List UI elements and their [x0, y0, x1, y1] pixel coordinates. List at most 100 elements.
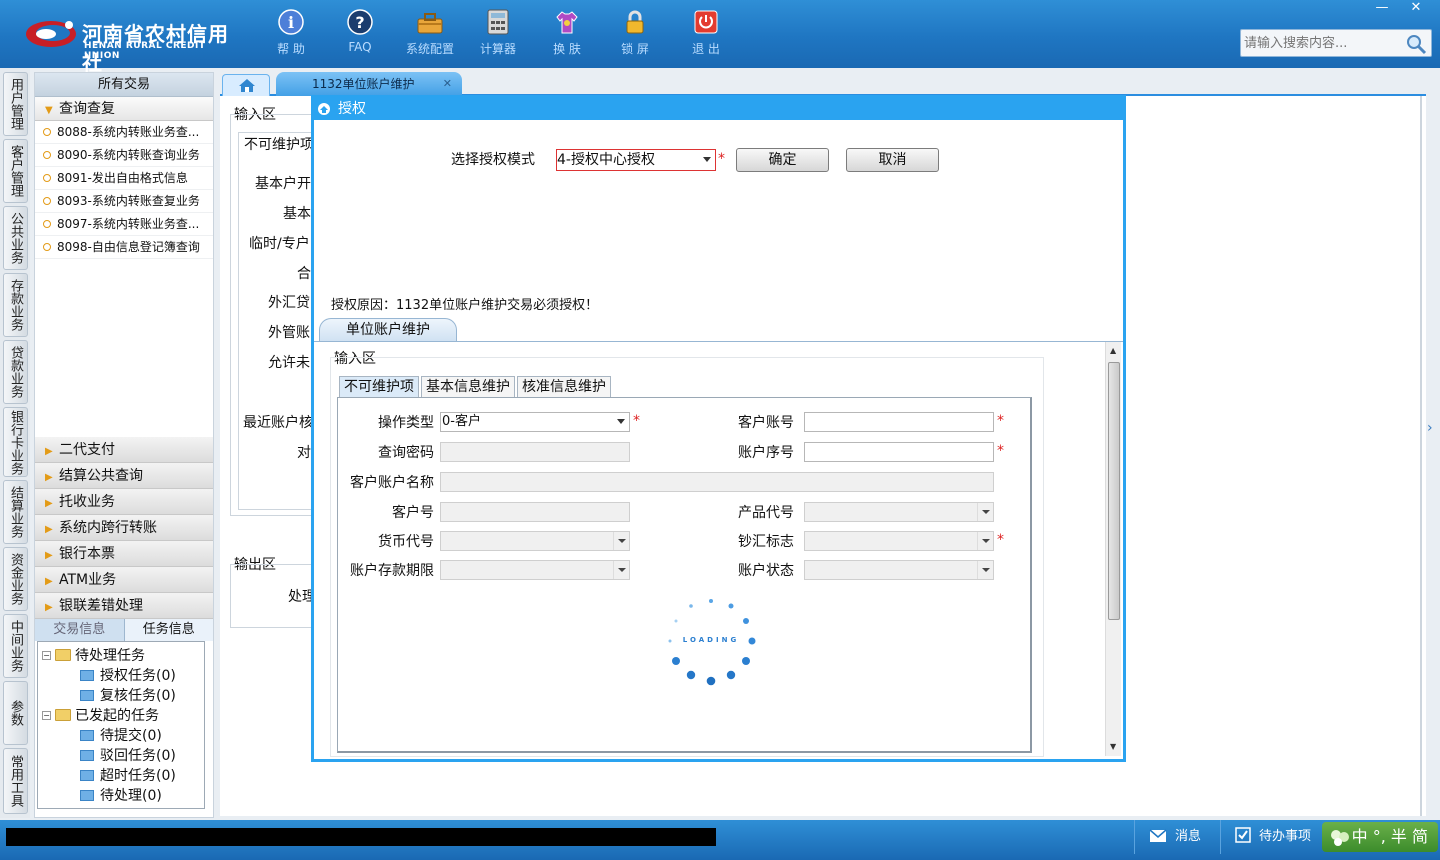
vtab-bank-card-business[interactable]: 银行卡业务 [3, 407, 28, 477]
system-config-label: 系统配置 [405, 42, 454, 56]
cash-flag-select[interactable] [804, 531, 994, 551]
query-pwd-input[interactable] [440, 442, 630, 462]
cust-account-input[interactable] [804, 412, 994, 432]
deposit-term-select[interactable] [440, 560, 630, 580]
vtab-customer-management[interactable]: 客户管理 [3, 139, 28, 203]
dialog-title-bar[interactable]: 授权 [314, 98, 1123, 120]
tree-leaf[interactable]: 复核任务(0) [80, 685, 176, 705]
tab-fragment[interactable]: 不可维护项 [244, 134, 314, 154]
vtab-fund-business[interactable]: 资金业务 [3, 547, 28, 611]
group-item[interactable]: ▶ 结算公共查询 [35, 463, 213, 489]
close-window-button[interactable]: ✕ [1400, 0, 1432, 18]
search-box [1240, 29, 1432, 57]
tree-leaf[interactable]: 授权任务(0) [80, 665, 176, 685]
close-tab-icon[interactable]: ✕ [443, 72, 452, 96]
logo: 河南省农村信用社 HENAN RURAL CREDIT UNION [24, 14, 236, 75]
search-icon[interactable] [1405, 33, 1427, 55]
tab-task-info[interactable]: 任务信息 [123, 619, 213, 641]
scrollbar-thumb[interactable] [1108, 362, 1120, 620]
home-icon [239, 79, 255, 92]
collapsed-arrow-icon: ▶ [45, 472, 53, 483]
calculator-button[interactable]: 计算器 [466, 8, 530, 62]
group-item[interactable]: ▶ 托收业务 [35, 489, 213, 515]
group-query-reply[interactable]: ▼ 查询查复 [35, 97, 213, 121]
help-label: 帮 助 [277, 42, 305, 56]
system-config-button[interactable]: 系统配置 [398, 8, 462, 62]
expand-right-panel-icon[interactable]: › [1427, 420, 1439, 460]
lock-screen-button[interactable]: 锁 屏 [603, 8, 667, 62]
field-label: 临时/专户 [249, 236, 310, 252]
cust-no-input[interactable] [440, 502, 630, 522]
exit-button[interactable]: 退 出 [674, 8, 738, 62]
cust-no-label: 客户号 [392, 505, 434, 521]
group-item[interactable]: ▶ 系统内跨行转账 [35, 515, 213, 541]
faq-button[interactable]: ? FAQ [328, 8, 392, 62]
field-label: 对 [297, 445, 311, 461]
vtab-public-business[interactable]: 公共业务 [3, 206, 28, 270]
vtab-common-tools[interactable]: 常用工具 [3, 748, 28, 814]
change-skin-button[interactable]: 换 肤 [535, 8, 599, 62]
svg-text:?: ? [355, 13, 364, 32]
list-item[interactable]: 8088-系统内转账业务查... [35, 121, 213, 144]
vtab-parameters[interactable]: 参数 [3, 681, 28, 745]
account-seq-input[interactable] [804, 442, 994, 462]
envelope-icon [1149, 829, 1167, 842]
group-label: 系统内跨行转账 [59, 520, 157, 536]
all-transactions-header[interactable]: 所有交易 [35, 73, 213, 97]
tab-account-maintenance[interactable]: 1132单位账户维护 ✕ [276, 72, 462, 96]
tab-non-maintainable[interactable]: 不可维护项 [339, 376, 419, 398]
minimize-button[interactable]: — [1366, 0, 1398, 18]
tab-approval-info[interactable]: 核准信息维护 [517, 376, 611, 398]
group-item[interactable]: ▶ 银联差错处理 [35, 593, 213, 619]
group-item[interactable]: ▶ 银行本票 [35, 541, 213, 567]
list-item[interactable]: 8090-系统内转账查询业务 [35, 144, 213, 167]
group-item[interactable]: ▶ 二代支付 [35, 437, 213, 463]
required-mark: * [997, 443, 1004, 459]
collapsed-arrow-icon: ▶ [45, 576, 53, 587]
search-input[interactable] [1244, 33, 1404, 53]
tree-leaf[interactable]: 待提交(0) [80, 725, 162, 745]
todo-button[interactable]: 待办事项 [1220, 820, 1320, 854]
list-item-label: 8097-系统内转账业务查... [57, 217, 200, 231]
list-item[interactable]: 8098-自由信息登记簿查询 [35, 236, 213, 259]
scroll-down-icon[interactable]: ▼ [1110, 742, 1116, 751]
tree-node-pending[interactable]: − 待处理任务 [42, 645, 145, 665]
group-item[interactable]: ▶ ATM业务 [35, 567, 213, 593]
tab-unit-account-maintenance[interactable]: 单位账户维护 [319, 318, 457, 342]
vtab-deposit-business[interactable]: 存款业务 [3, 273, 28, 337]
input-method-indicator[interactable]: 中 °, 半 简 [1322, 822, 1438, 852]
help-button[interactable]: i 帮 助 [259, 8, 323, 62]
product-code-select[interactable] [804, 502, 994, 522]
list-item[interactable]: 8091-发出自由格式信息 [35, 167, 213, 190]
messages-button[interactable]: 消息 [1134, 820, 1220, 854]
auth-mode-select[interactable]: 4-授权中心授权 [556, 149, 716, 171]
tree-leaf[interactable]: 超时任务(0) [80, 765, 176, 785]
tree-node-initiated[interactable]: − 已发起的任务 [42, 705, 159, 725]
vtab-user-management[interactable]: 用户管理 [3, 72, 28, 136]
tree-leaf-label: 待处理(0) [100, 788, 162, 804]
vtab-loan-business[interactable]: 贷款业务 [3, 340, 28, 404]
vertical-scrollbar[interactable]: ▲ ▼ [1105, 342, 1121, 756]
tab-basic-info[interactable]: 基本信息维护 [421, 376, 515, 398]
home-tab[interactable] [222, 74, 270, 96]
vtab-settlement-business[interactable]: 结算业务 [3, 480, 28, 544]
confirm-button[interactable]: 确定 [736, 148, 829, 172]
list-item[interactable]: 8097-系统内转账业务查... [35, 213, 213, 236]
op-type-select[interactable]: 0-客户 [440, 412, 630, 432]
list-item-label: 8093-系统内转账查复业务 [57, 194, 200, 208]
collapsed-arrow-icon: ▶ [45, 550, 53, 561]
group-label: 银联差错处理 [59, 598, 143, 614]
tree-leaf[interactable]: 驳回任务(0) [80, 745, 176, 765]
dialog-title: 授权 [338, 101, 366, 117]
list-item[interactable]: 8093-系统内转账查复业务 [35, 190, 213, 213]
account-name-input[interactable] [440, 472, 994, 492]
tree-leaf[interactable]: 待处理(0) [80, 785, 162, 805]
vtab-intermediate-business[interactable]: 中间业务 [3, 614, 28, 678]
currency-select[interactable] [440, 531, 630, 551]
account-status-select[interactable] [804, 560, 994, 580]
cancel-button[interactable]: 取消 [846, 148, 939, 172]
scroll-up-icon[interactable]: ▲ [1110, 346, 1116, 355]
tab-transaction-info[interactable]: 交易信息 [35, 619, 124, 641]
collapse-toggle-icon[interactable]: − [42, 650, 51, 660]
collapse-toggle-icon[interactable]: − [42, 710, 51, 720]
